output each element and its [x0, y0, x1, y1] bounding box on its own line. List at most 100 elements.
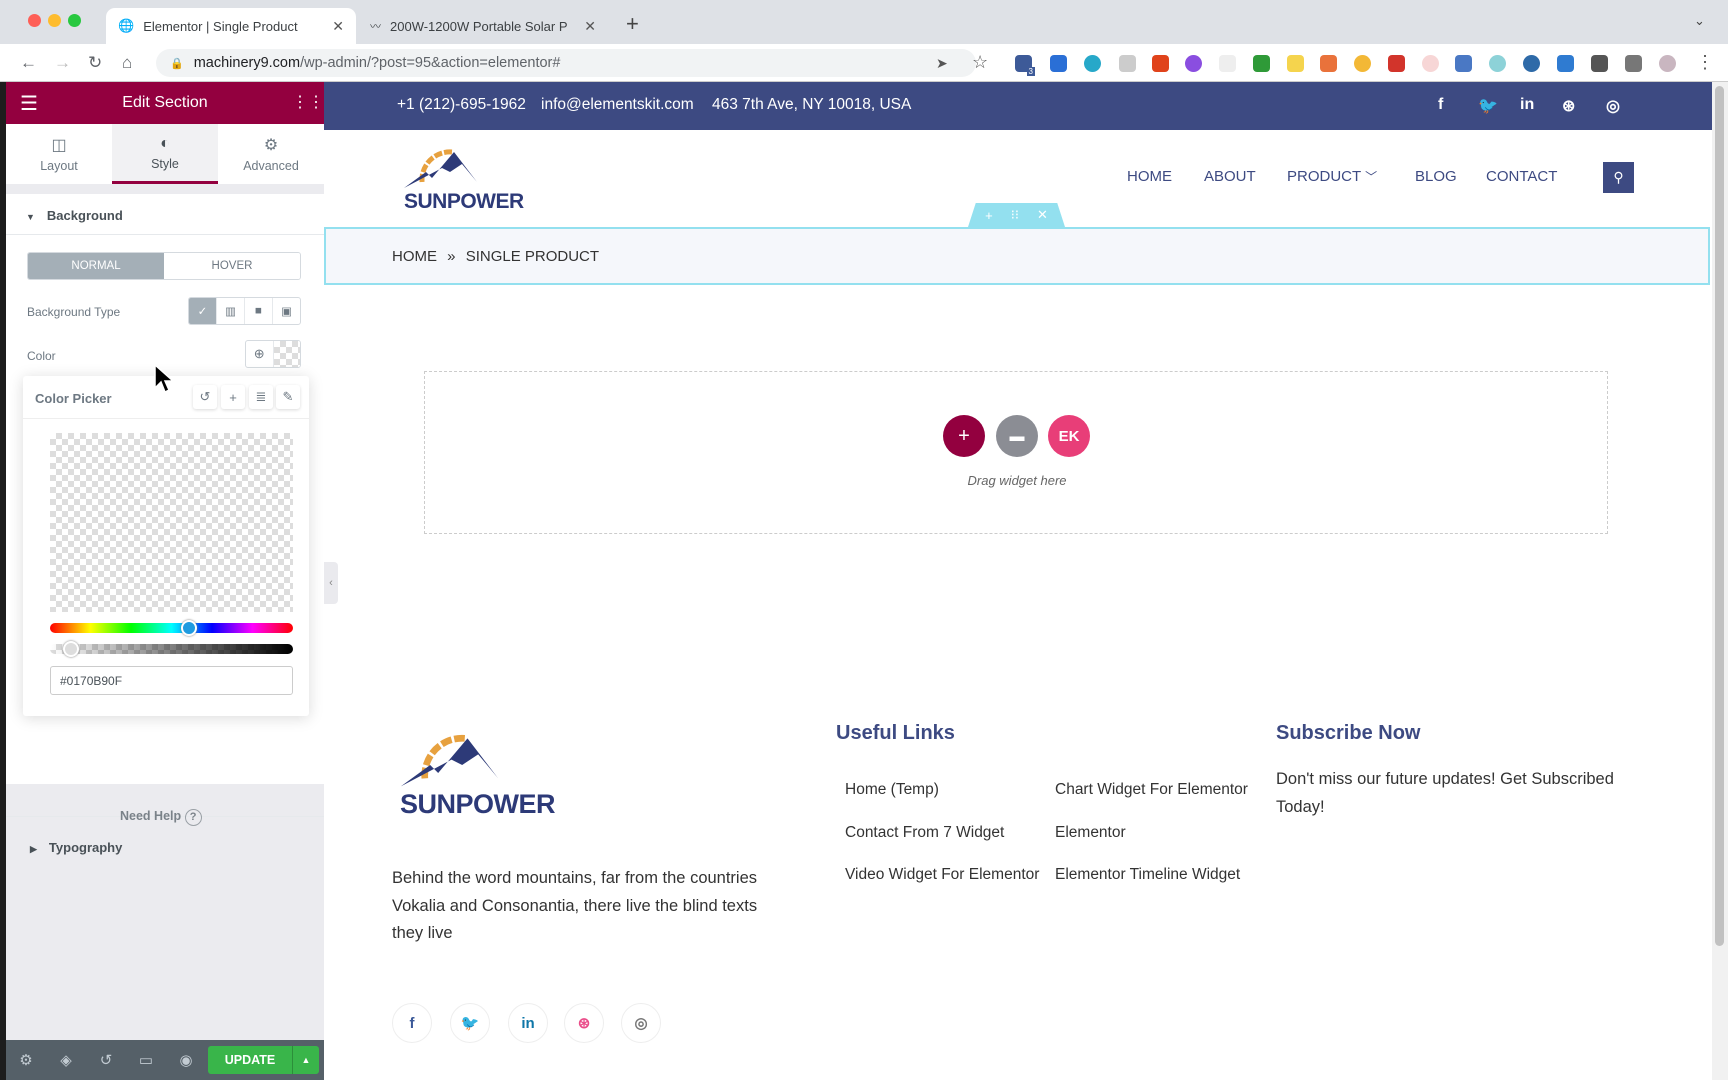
forward-icon[interactable]: → [54, 53, 71, 73]
extension-icon[interactable]: 3 [1015, 55, 1035, 76]
save-options-caret-icon[interactable]: ▲ [292, 1046, 319, 1074]
back-icon[interactable]: ← [20, 53, 37, 73]
footer-link[interactable]: Video Widget For Elementor [845, 866, 1039, 884]
close-tab-icon[interactable]: ✕ [584, 18, 596, 35]
tab-search-chevron-icon[interactable]: ⌄ [1694, 13, 1705, 29]
video-icon[interactable]: ■ [244, 298, 272, 324]
extension-icon[interactable] [1219, 55, 1236, 72]
browser-tab[interactable]: 〰 200W-1200W Portable Solar P ✕ [358, 8, 608, 44]
extension-icon[interactable] [1489, 55, 1506, 72]
navigator-layers-icon[interactable]: ◈ [46, 1051, 86, 1069]
hex-color-input[interactable] [50, 666, 293, 695]
normal-state-button[interactable]: NORMAL [28, 253, 164, 279]
page-scrollbar[interactable] [1712, 82, 1728, 1080]
footer-link[interactable]: Elementor [1055, 824, 1126, 842]
widgets-grid-icon[interactable]: ⋮⋮ [292, 92, 324, 112]
breadcrumb-section[interactable]: HOME » SINGLE PRODUCT [324, 227, 1710, 285]
bookmark-star-icon[interactable]: ☆ [972, 52, 988, 73]
add-section-icon[interactable]: + [985, 208, 993, 223]
empty-section-dropzone[interactable]: + ▬ EK Drag widget here [424, 371, 1608, 534]
global-colors-icon[interactable]: ⊕ [246, 341, 273, 367]
add-color-icon[interactable]: + [221, 385, 245, 409]
footer-facebook-icon[interactable]: f [392, 1003, 432, 1043]
browser-tab-active[interactable]: 🌐 Elementor | Single Product ✕ [106, 8, 356, 44]
puzzle-icon[interactable] [1591, 55, 1608, 72]
alpha-slider[interactable] [50, 641, 293, 657]
hamburger-menu-icon[interactable]: ☰ [20, 91, 38, 116]
home-icon[interactable]: ⌂ [122, 53, 132, 73]
delete-section-icon[interactable]: ✕ [1037, 207, 1048, 223]
alpha-slider-handle[interactable] [62, 641, 79, 657]
slideshow-icon[interactable]: ▣ [272, 298, 300, 324]
send-icon[interactable]: ➤ [936, 55, 948, 72]
extension-icon[interactable] [1287, 55, 1304, 72]
tab-layout[interactable]: ◫ Layout [6, 124, 112, 184]
twitter-icon[interactable]: 🐦 [1478, 96, 1498, 116]
responsive-mode-icon[interactable]: ▭ [126, 1051, 166, 1069]
background-section-toggle[interactable]: ▼ Background [26, 208, 123, 223]
extension-icon[interactable] [1455, 55, 1472, 72]
brush-classic-icon[interactable]: ✓ [189, 298, 216, 324]
close-window-button[interactable] [28, 14, 41, 27]
sunpower-logo[interactable]: SUNPOWER [402, 142, 524, 217]
reset-icon[interactable]: ↺ [193, 385, 217, 409]
instagram-icon[interactable]: ◎ [1606, 96, 1620, 116]
extension-icon[interactable] [1557, 55, 1574, 72]
close-tab-icon[interactable]: ✕ [332, 18, 344, 35]
typography-section-toggle[interactable]: ▶ Typography [30, 840, 122, 855]
extension-icon[interactable] [1119, 55, 1136, 72]
add-template-folder-button[interactable]: ▬ [996, 415, 1038, 457]
new-tab-button[interactable]: + [626, 11, 639, 37]
update-button[interactable]: UPDATE [208, 1046, 292, 1074]
history-icon[interactable]: ↺ [86, 1051, 126, 1069]
footer-link[interactable]: Home (Temp) [845, 781, 939, 799]
footer-link[interactable]: Chart Widget For Elementor [1055, 781, 1248, 799]
extension-icon[interactable] [1253, 55, 1270, 72]
extension-icon[interactable] [1084, 55, 1101, 72]
eyedropper-icon[interactable]: ✎ [276, 385, 300, 409]
drag-handle-icon[interactable]: ⁝⁝ [1011, 207, 1019, 223]
footer-linkedin-icon[interactable]: in [508, 1003, 548, 1043]
need-help-link[interactable]: Need Help ? [120, 809, 202, 826]
elementskit-button[interactable]: EK [1048, 415, 1090, 457]
footer-twitter-icon[interactable]: 🐦 [450, 1003, 490, 1043]
search-button[interactable]: ⚲ [1603, 162, 1634, 193]
linkedin-icon[interactable]: in [1520, 96, 1534, 114]
topbar-email[interactable]: info@elementskit.com [541, 96, 694, 114]
footer-logo[interactable]: SUNPOWER [394, 725, 556, 825]
global-colors-stack-icon[interactable]: ≣ [249, 385, 273, 409]
profile-avatar[interactable] [1659, 55, 1676, 72]
reload-icon[interactable]: ↻ [88, 53, 102, 73]
hue-slider-handle[interactable] [180, 620, 197, 636]
nav-blog[interactable]: BLOG [1415, 168, 1457, 185]
footer-link[interactable]: Contact From 7 Widget [845, 824, 1004, 842]
gradient-icon[interactable]: ▥ [216, 298, 244, 324]
extension-icon[interactable] [1050, 55, 1067, 72]
collapse-panel-handle[interactable]: ‹ [324, 562, 338, 604]
footer-dribbble-icon[interactable]: ⊛ [564, 1003, 604, 1043]
wordpress-icon[interactable] [1523, 55, 1540, 72]
seo-extension-icon[interactable] [1388, 55, 1405, 72]
dribbble-icon[interactable]: ⊛ [1562, 96, 1575, 116]
hover-state-button[interactable]: HOVER [164, 253, 300, 279]
breadcrumb-home[interactable]: HOME [392, 248, 437, 265]
footer-link[interactable]: Elementor Timeline Widget [1055, 866, 1240, 884]
nav-about[interactable]: ABOUT [1204, 168, 1256, 185]
hue-slider[interactable] [50, 620, 293, 636]
extension-icon[interactable] [1354, 55, 1371, 72]
tab-advanced[interactable]: ⚙ Advanced [218, 124, 324, 184]
minimize-window-button[interactable] [48, 14, 61, 27]
nav-contact[interactable]: CONTACT [1486, 168, 1557, 185]
media-control-icon[interactable] [1625, 55, 1642, 72]
extension-icon[interactable] [1422, 55, 1439, 72]
color-swatch[interactable] [272, 341, 300, 367]
nav-home[interactable]: HOME [1127, 168, 1172, 185]
extension-icon[interactable] [1320, 55, 1337, 72]
maximize-window-button[interactable] [68, 14, 81, 27]
browser-menu-icon[interactable]: ⋮ [1696, 52, 1714, 73]
add-new-section-button[interactable]: + [943, 415, 985, 457]
settings-gear-icon[interactable]: ⚙ [6, 1051, 46, 1069]
nav-product[interactable]: PRODUCT ﹀ [1287, 168, 1377, 185]
preview-eye-icon[interactable]: ◉ [166, 1051, 206, 1069]
facebook-icon[interactable]: f [1438, 96, 1443, 114]
